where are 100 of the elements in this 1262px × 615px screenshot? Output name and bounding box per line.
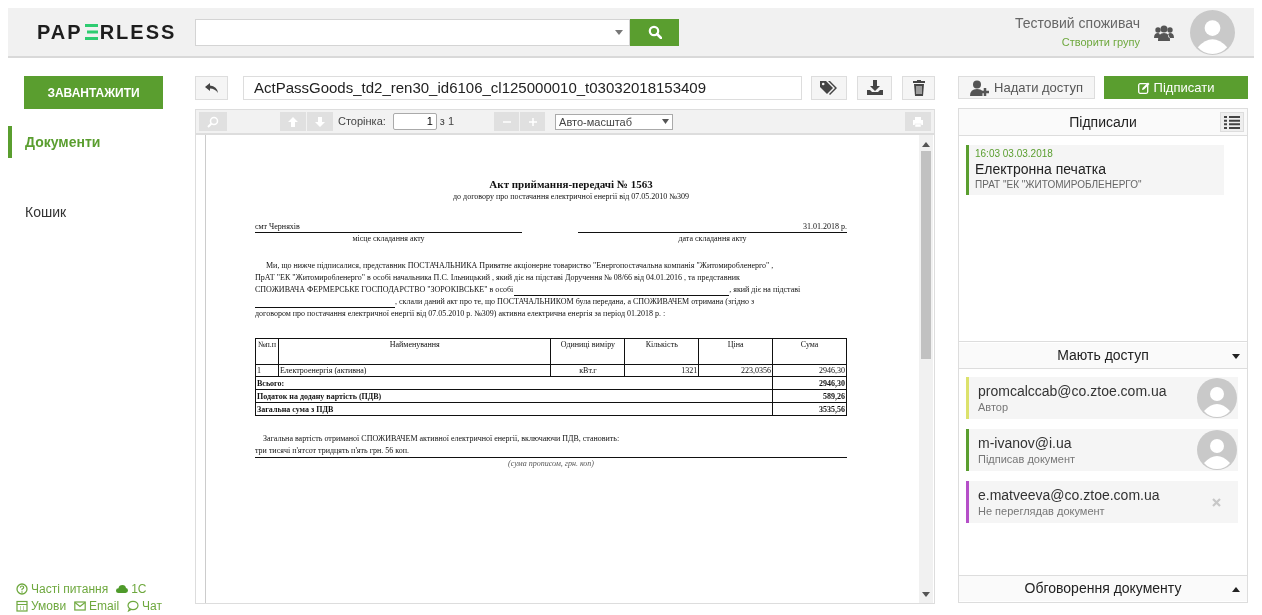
upload-button[interactable]: ЗАВАНТАЖИТИ (24, 76, 163, 109)
signature-time: 16:03 03.03.2018 (975, 148, 1054, 160)
caption: (сума прописом, грн. коп) (508, 458, 594, 470)
print-button[interactable] (905, 112, 931, 131)
undo-arrow-icon (204, 82, 219, 94)
user-email: e.matveeva@co.ztoe.com.ua (978, 486, 1161, 504)
column-header: №п.п (255, 338, 279, 365)
date-text: 31.01.2018 р. (803, 222, 847, 231)
table-cell: 3535,56 (772, 402, 847, 416)
download-button[interactable] (857, 76, 892, 100)
footer-link[interactable]: Умови (31, 599, 67, 613)
section-title: Підписали (1069, 112, 1137, 132)
share-button[interactable]: Надати доступ (958, 76, 1095, 99)
signature-org: ПРАТ "ЕК "ЖИТОМИРОБЛЕНЕРГО" (975, 178, 1143, 192)
caret-down-icon (662, 119, 670, 124)
search-icon (207, 115, 219, 128)
table-cell: 1 (255, 364, 279, 377)
user-status: Не переглядав документ (978, 504, 1106, 518)
user-email: m-ivanov@i.ua (978, 434, 1073, 452)
scrollbar-thumb[interactable] (921, 151, 931, 359)
add-user-icon (970, 79, 991, 96)
table-cell: 589,26 (772, 389, 847, 403)
user-status: Підписав документ (978, 452, 1077, 466)
section-title: Мають доступ (1057, 346, 1149, 365)
footer-link[interactable]: 1С (131, 582, 147, 596)
footer-link[interactable]: Чат (142, 599, 162, 613)
filename-field[interactable]: ActPassGoods_td2_ren30_id6106_cl125000010_t03032018153409 (243, 76, 802, 100)
find-button[interactable] (199, 112, 227, 131)
help-icon (16, 583, 28, 595)
back-button[interactable] (195, 76, 228, 100)
document-title: Акт приймання-передачі № 1563 (488, 177, 653, 191)
amount-in-words: три тисячі п'ятсот тридцять п'ять грн. 56 коп. (255, 446, 409, 455)
user-status: Автор (978, 400, 1010, 414)
previous-page-button[interactable] (280, 112, 306, 131)
envelope-icon (74, 600, 87, 612)
chat-bubble-icon (127, 600, 140, 612)
avatar-icon[interactable] (1190, 9, 1235, 55)
list-view-button[interactable] (1220, 112, 1244, 132)
plus-icon (526, 115, 539, 128)
cloud-icon (116, 583, 129, 595)
section-header[interactable]: Мають доступ (959, 343, 1247, 369)
page-label: Сторінка: (338, 114, 386, 130)
paragraph-text: договором про постачання електричної енергії від 07.05.2010 р. №309) активна електрична енергія за період 01.2018 р. : (255, 308, 666, 320)
table-cell: Податок на додану вартість (ПДВ) (255, 389, 773, 403)
paragraph-text: Ми, що нижче підписалися, представник ПОСТАЧАЛЬНИКА Приватне акціонерне товариство "Енергопостачальна компанія "Житомиробленерго" , (266, 260, 774, 272)
close-icon[interactable] (1212, 497, 1221, 507)
column-header: Кількість (624, 338, 699, 365)
sidebar-item[interactable]: Кошик (8, 196, 175, 228)
paragraph-text: СПОЖИВАЧА ФЕРМЕРСЬКЕ ГОСПОДАРСТВО "ЗОРОКІВСЬКЕ" в особі (255, 284, 514, 296)
user-email: promcalccab@co.ztoe.com.ua (978, 382, 1168, 400)
caption: дата складання акту (678, 233, 747, 245)
scroll-up-arrow-icon (922, 142, 930, 147)
table-cell: 223,0356 (698, 364, 773, 377)
footer-link[interactable]: Часті питання (31, 582, 109, 596)
column-header: Сума (772, 338, 847, 365)
column-header: Ціна (698, 338, 773, 365)
document-subtitle: до договору про постачання електричної енергії від 07.05.2010 №309 (452, 191, 689, 203)
scroll-down-arrow-icon (922, 592, 930, 597)
table-cell: Всього: (255, 376, 773, 390)
users-icon[interactable] (1154, 23, 1174, 41)
footer-link[interactable]: Email (89, 599, 120, 613)
logo-text: PAP (37, 20, 83, 45)
arrow-up-icon (287, 115, 299, 128)
sidebar-item[interactable]: Документи (8, 126, 175, 158)
search-button[interactable] (630, 18, 679, 46)
section-title: Обговорення документу (1024, 579, 1182, 598)
dropdown-caret-icon (615, 29, 623, 35)
paragraph-text: , який діє на підставі (729, 284, 801, 296)
create-group-link[interactable]: Створити групу (1061, 34, 1140, 51)
signature-name: Електронна печатка (975, 160, 1107, 178)
summary-text: Загальна вартість отриманої СПОЖИВАЧЕМ активної електричної енергії, включаючи ПДВ, становить: (262, 433, 621, 445)
table-cell: кВт.г (550, 364, 625, 377)
table-cell: Загальна сума з ПДВ (255, 402, 773, 416)
table-cell: 1321 (624, 364, 699, 377)
user-name: Тестовий споживач (1015, 14, 1140, 34)
page-total: з 1 (439, 114, 455, 130)
edit-icon (1137, 81, 1150, 94)
arrow-down-icon (314, 115, 326, 128)
download-icon (865, 80, 884, 96)
tags-icon (820, 80, 838, 96)
place-text: смт Черняхів (255, 222, 300, 231)
page-number-field[interactable]: 1 (392, 113, 437, 130)
section-header[interactable]: Обговорення документу (959, 575, 1247, 601)
search-icon (647, 25, 662, 39)
search-field[interactable] (195, 18, 630, 46)
paragraph-text: ПрАТ "ЕК "Житомиробленерго" в особі начальника П.С. Ільницький , який діє на підставі Доручення № 08/66 від 04.01.2016 , та представник (255, 272, 740, 284)
column-header: Найменування (278, 338, 551, 365)
zoom-select[interactable]: Авто-масштаб (555, 113, 674, 130)
logo-text: RLESS (99, 20, 177, 45)
table-cell: 2946,30 (772, 376, 847, 390)
next-page-button[interactable] (307, 112, 333, 131)
caption: місце складання акту (352, 233, 425, 245)
delete-button[interactable] (902, 76, 935, 100)
zoom-in-button[interactable] (520, 112, 546, 131)
printer-icon (912, 115, 924, 128)
sign-button[interactable]: Підписати (1104, 76, 1248, 99)
tag-button[interactable] (811, 76, 847, 100)
scrollbar[interactable] (919, 135, 933, 603)
table-cell: 2946,30 (772, 364, 847, 377)
list-icon (1224, 115, 1240, 129)
